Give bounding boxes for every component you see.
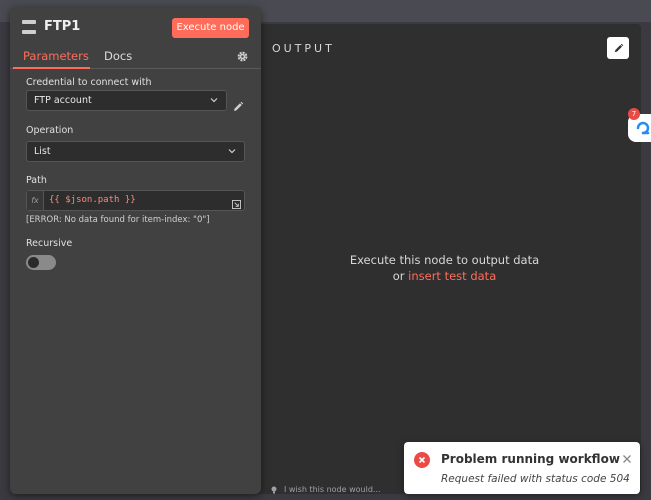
error-toast: Problem running workflow Request failed … — [404, 442, 640, 494]
expand-icon[interactable] — [232, 200, 241, 209]
credential-value: FTP account — [34, 95, 92, 106]
path-expression-input[interactable]: fx {{ $json.path }} — [26, 190, 245, 211]
output-empty-message: Execute this node to output data or inse… — [248, 252, 641, 284]
insert-test-data-link[interactable]: insert test data — [408, 269, 496, 283]
tab-parameters[interactable]: Parameters — [23, 49, 89, 63]
operation-value: List — [34, 146, 51, 157]
edit-output-button[interactable] — [607, 37, 629, 59]
edit-credential-icon[interactable] — [232, 101, 244, 113]
operation-label: Operation — [26, 125, 74, 136]
node-title[interactable]: FTP1 — [44, 19, 80, 34]
output-or-text: or — [392, 269, 409, 283]
pencil-icon — [614, 43, 623, 52]
credential-label: Credential to connect with — [26, 77, 152, 88]
toast-message: Request failed with status code 504 — [441, 473, 630, 485]
recursive-toggle[interactable] — [26, 255, 56, 270]
feedback-hint[interactable]: I wish this node would... — [270, 485, 381, 494]
path-label: Path — [26, 175, 47, 186]
toast-title: Problem running workflow — [441, 452, 620, 466]
toggle-knob — [28, 257, 39, 268]
chat-support-icon — [636, 121, 650, 135]
notification-count-badge: 7 — [628, 108, 640, 120]
node-parameters-panel: FTP1 Execute node Parameters Docs Creden… — [10, 7, 261, 494]
tab-docs[interactable]: Docs — [104, 49, 132, 63]
credential-select[interactable]: FTP account — [26, 90, 227, 111]
output-panel: OUTPUT Execute this node to output data … — [248, 24, 641, 494]
support-widget[interactable]: 7 — [628, 108, 651, 142]
hint-text: I wish this node would... — [284, 485, 381, 494]
server-icon — [22, 19, 36, 34]
output-title: OUTPUT — [272, 42, 335, 55]
fx-icon: fx — [27, 191, 44, 210]
settings-gear-icon[interactable] — [236, 50, 249, 63]
panel-tabs: Parameters Docs — [10, 47, 261, 69]
operation-select[interactable]: List — [26, 141, 245, 162]
execute-node-button[interactable]: Execute node — [172, 18, 249, 38]
path-expression-value: {{ $json.path }} — [49, 195, 136, 205]
chevron-down-icon — [228, 149, 236, 154]
node-header: FTP1 — [22, 19, 80, 34]
close-icon[interactable] — [622, 454, 632, 464]
path-error-text: [ERROR: No data found for item-index: "0… — [26, 215, 210, 225]
active-tab-indicator — [13, 67, 90, 69]
error-x-icon — [414, 452, 430, 468]
output-message-text: Execute this node to output data — [349, 253, 540, 267]
recursive-label: Recursive — [26, 238, 73, 249]
lightbulb-icon — [271, 486, 277, 493]
chevron-down-icon — [210, 98, 218, 103]
